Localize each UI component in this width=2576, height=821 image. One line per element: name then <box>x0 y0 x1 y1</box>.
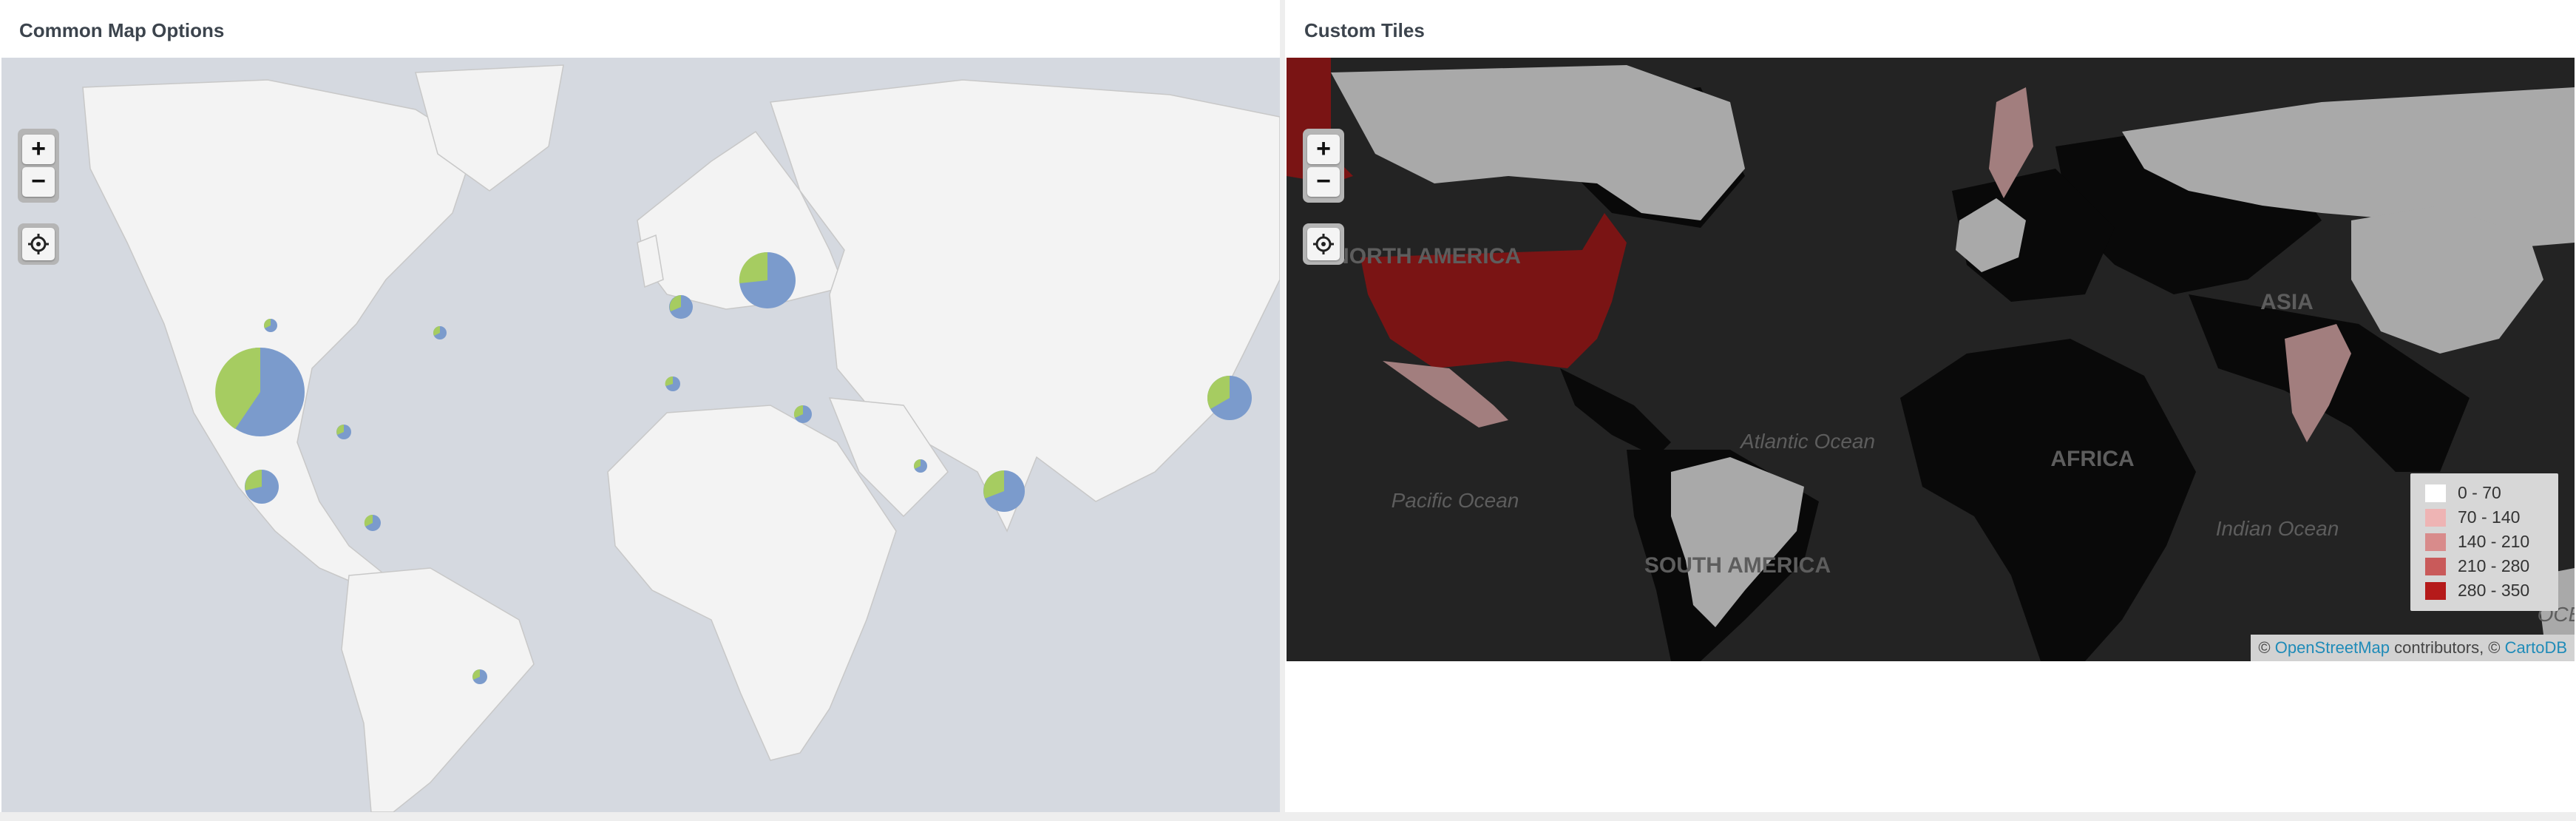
zoom-in-button[interactable]: + <box>1307 135 1340 164</box>
pie-marker-florida[interactable] <box>336 425 351 439</box>
attribution-middle: contributors, © <box>2390 638 2505 657</box>
cartodb-link[interactable]: CartoDB <box>2505 638 2567 657</box>
pie-marker-brazil[interactable] <box>472 669 487 684</box>
openstreetmap-link[interactable]: OpenStreetMap <box>2275 638 2390 657</box>
legend-item: 210 - 280 <box>2425 554 2558 578</box>
legend-label: 0 - 70 <box>2458 483 2501 502</box>
pie-marker-japan[interactable] <box>1207 376 1252 420</box>
cluster-map[interactable]: + − <box>1 58 1280 812</box>
legend-label: 70 - 140 <box>2458 507 2521 527</box>
map-legend: 0 - 70 70 - 140 140 - 210 210 - 280 280 … <box>2410 473 2558 611</box>
label-indian-ocean: Indian Ocean <box>2216 517 2339 540</box>
legend-label: 210 - 280 <box>2458 556 2530 575</box>
attribution-prefix: © <box>2258 638 2275 657</box>
label-south-america: SOUTH AMERICA <box>1644 553 1831 578</box>
pie-marker-boston[interactable] <box>433 326 447 339</box>
panel-title: Common Map Options <box>19 19 225 41</box>
panel-title: Custom Tiles <box>1304 19 1425 41</box>
common-map-options-panel: Common Map Options + − <box>0 0 1280 812</box>
zoom-controls: + − <box>1303 129 1344 203</box>
label-asia: ASIA <box>2260 290 2314 314</box>
legend-item: 0 - 70 <box>2425 481 2558 505</box>
label-north-america: NORTH AMERICA <box>1333 244 1521 268</box>
pie-marker-israel[interactable] <box>793 405 812 423</box>
map-attribution: © OpenStreetMap contributors, © CartoDB <box>2251 635 2575 661</box>
label-pacific-ocean: Pacific Ocean <box>1392 489 1519 512</box>
legend-label: 140 - 210 <box>2458 532 2530 551</box>
legend-swatch <box>2425 581 2446 600</box>
crosshair-icon <box>28 234 49 254</box>
locate-button[interactable] <box>22 228 55 260</box>
legend-swatch <box>2425 557 2446 575</box>
custom-tiles-panel: Custom Tiles NORTH AMERICA SOUTH AMERICA… <box>1285 0 2576 812</box>
zoom-out-button[interactable]: − <box>22 167 55 197</box>
pie-marker-uk[interactable] <box>669 295 693 319</box>
pie-marker-sweden[interactable] <box>739 251 796 308</box>
legend-item: 140 - 210 <box>2425 530 2558 554</box>
legend-swatch <box>2425 484 2446 502</box>
locate-controls <box>18 223 59 265</box>
legend-item: 70 - 140 <box>2425 505 2558 530</box>
pie-marker-uae[interactable] <box>914 459 927 473</box>
legend-label: 280 - 350 <box>2458 581 2530 600</box>
label-atlantic-ocean: Atlantic Ocean <box>1739 430 1875 453</box>
legend-swatch <box>2425 508 2446 527</box>
pie-marker-mexico[interactable] <box>245 470 279 504</box>
zoom-controls: + − <box>18 129 59 203</box>
pie-marker-india[interactable] <box>983 470 1025 512</box>
legend-item: 280 - 350 <box>2425 578 2558 603</box>
zoom-out-button[interactable]: − <box>1307 167 1340 197</box>
legend-swatch <box>2425 533 2446 551</box>
zoom-in-button[interactable]: + <box>22 135 55 164</box>
pie-marker-canada[interactable] <box>264 319 277 332</box>
label-africa: AFRICA <box>2050 447 2134 471</box>
locate-controls <box>1303 223 1344 265</box>
crosshair-icon <box>1313 234 1334 254</box>
choropleth-map[interactable]: NORTH AMERICA SOUTH AMERICA ASIA AFRICA … <box>1287 58 2575 661</box>
locate-button[interactable] <box>1307 228 1340 260</box>
pie-marker-usa[interactable] <box>215 347 305 436</box>
